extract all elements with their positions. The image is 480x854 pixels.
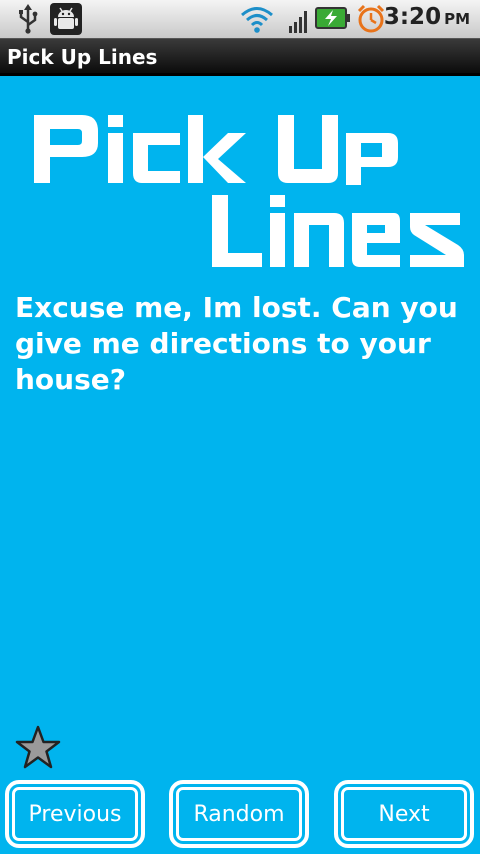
battery-charging-icon	[315, 7, 350, 29]
usb-icon	[19, 4, 38, 34]
clock: 3:20 PM	[384, 4, 470, 30]
next-button-label: Next	[378, 801, 430, 827]
android-debug-icon	[50, 3, 82, 35]
signal-icon	[289, 11, 307, 33]
previous-button-label: Previous	[28, 801, 122, 827]
next-button[interactable]: Next	[334, 780, 474, 848]
previous-button[interactable]: Previous	[5, 780, 145, 848]
status-bar: 3:20 PM	[0, 0, 480, 38]
favorite-star-icon[interactable]	[14, 724, 62, 772]
app-title-bar: Pick Up Lines	[0, 38, 480, 76]
clock-ampm: PM	[444, 10, 470, 28]
random-button-label: Random	[193, 801, 285, 827]
pickup-line-text: Excuse me, Im lost. Can you give me dire…	[15, 291, 458, 396]
title-divider	[0, 73, 480, 76]
app-title: Pick Up Lines	[7, 45, 158, 69]
random-button[interactable]: Random	[169, 780, 309, 848]
clock-time: 3:20	[383, 4, 442, 30]
wifi-icon	[241, 7, 273, 33]
pick-up-lines-logo	[34, 115, 464, 267]
alarm-icon	[357, 4, 385, 33]
